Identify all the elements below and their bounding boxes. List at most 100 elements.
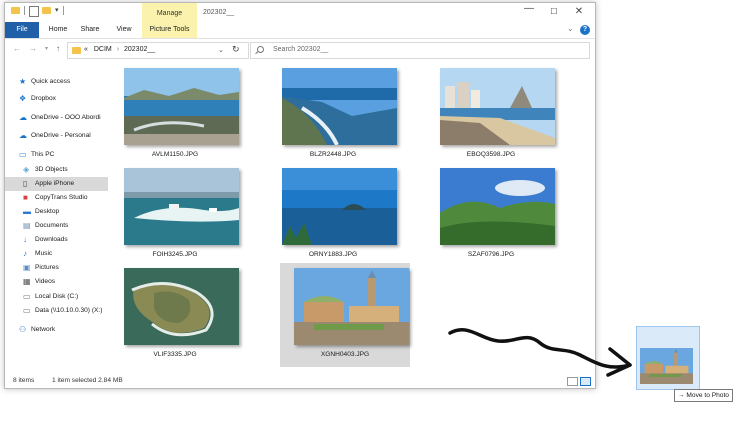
tab-view[interactable]: View — [113, 22, 135, 38]
file-name: SZAF0796.JPG — [467, 251, 515, 258]
video-icon: ▦ — [23, 277, 31, 286]
tab-manage[interactable]: Manage — [142, 3, 197, 22]
new-folder-icon[interactable] — [42, 7, 51, 14]
up-arrow-icon[interactable]: ↑ — [56, 44, 60, 53]
sidebar-item-label: Pictures — [35, 264, 59, 271]
sidebar-item[interactable]: ▬ Desktop — [5, 205, 108, 219]
file-tile[interactable]: ORNY1883.JPG — [268, 163, 398, 267]
sidebar-item-label: Quick access — [31, 78, 71, 85]
breadcrumb-item-dcim[interactable]: DCIM — [90, 46, 112, 53]
photo-thumbnail — [282, 68, 397, 145]
help-icon[interactable]: ? — [580, 25, 590, 35]
search-icon — [257, 46, 264, 53]
properties-icon[interactable] — [29, 6, 39, 17]
sidebar-item[interactable]: ▣ Pictures — [5, 261, 108, 275]
close-button[interactable]: ✕ — [571, 6, 587, 17]
file-tile[interactable]: BLZR2448.JPG — [268, 63, 398, 167]
file-name: AVLM1150.JPG — [151, 151, 199, 158]
sidebar-item[interactable]: ☁ OneDrive - OOO Abordi — [5, 111, 108, 125]
sidebar-item[interactable]: ▤ Documents — [5, 219, 108, 233]
maximize-button[interactable]: ☐ — [546, 7, 562, 16]
recent-locations-icon[interactable]: ▾ — [45, 45, 48, 52]
sidebar-item-label: Dropbox — [31, 95, 56, 102]
breadcrumb-overflow[interactable]: « — [84, 46, 88, 53]
sidebar-item[interactable]: ▭ Data (\\10.10.0.30) (X:) — [5, 304, 108, 318]
item-count: 8 items — [13, 377, 35, 384]
back-arrow-icon[interactable]: ← — [13, 44, 21, 53]
forward-arrow-icon[interactable]: → — [29, 44, 37, 53]
network-drive-icon: ▭ — [23, 306, 31, 315]
phone-icon: ▯ — [23, 179, 28, 188]
sidebar-item[interactable]: ♪ Music — [5, 247, 108, 261]
search-box[interactable]: Search 202302__ — [250, 42, 590, 59]
file-name: FOIH3245.JPG — [152, 251, 198, 258]
tab-home[interactable]: Home — [45, 22, 71, 38]
photo-thumbnail — [124, 68, 239, 145]
dropbox-icon: ❖ — [19, 94, 27, 103]
file-name: VLIF3335.JPG — [153, 351, 197, 358]
sidebar-item-label: This PC — [31, 151, 55, 158]
sidebar-item-label: Downloads — [35, 236, 68, 243]
file-tile[interactable]: SZAF0796.JPG — [426, 163, 556, 267]
navigation-pane: ★ Quick access ❖ Dropbox ☁ OneDrive - OOO Abo… — [5, 63, 109, 375]
file-tile[interactable]: XGNH0403.JPG — [280, 263, 410, 367]
expand-ribbon-icon[interactable]: ⌄ — [567, 24, 574, 33]
sidebar-item-label: Network — [31, 326, 56, 333]
refresh-icon[interactable]: ↻ — [232, 44, 240, 55]
ribbon-tabs: File Home Share View Picture Tools ⌄ ? — [5, 22, 595, 39]
file-tile[interactable]: EBOQ3598.JPG — [426, 63, 556, 167]
sidebar-item[interactable]: ▯ Apple iPhone — [5, 177, 108, 191]
folder-icon — [72, 47, 81, 54]
sidebar-item[interactable]: ❖ Dropbox — [5, 92, 108, 106]
sidebar-item[interactable]: ↓ Downloads — [5, 233, 108, 247]
sidebar-item[interactable]: ⚇ Network — [5, 323, 108, 337]
customize-toolbar-dropdown[interactable]: ▾ — [55, 6, 59, 14]
sidebar-item[interactable]: ▭ This PC — [5, 148, 108, 162]
sidebar-item[interactable]: ■ CopyTrans Studio — [5, 191, 108, 205]
photo-thumbnail — [124, 168, 239, 245]
sidebar-item-label: Music — [35, 250, 53, 257]
title-bar: ▾ Manage 202302__ — ☐ ✕ — [5, 3, 595, 22]
search-input[interactable]: Search 202302__ — [273, 46, 328, 53]
file-tile[interactable]: AVLM1150.JPG — [110, 63, 240, 167]
network-icon: ⚇ — [19, 325, 27, 334]
sidebar-item-label: Desktop — [35, 208, 60, 215]
star-icon: ★ — [19, 77, 27, 86]
sidebar-item-label: Data (\\10.10.0.30) (X:) — [35, 307, 103, 314]
desktop-icon: ▬ — [23, 207, 31, 216]
sidebar-item-label: Local Disk (C:) — [35, 293, 79, 300]
sidebar-item-label: OneDrive - Personal — [31, 132, 91, 139]
breadcrumb-item-folder[interactable]: 202302__ — [124, 46, 155, 53]
file-tile[interactable]: FOIH3245.JPG — [110, 163, 240, 267]
file-tile[interactable]: VLIF3335.JPG — [110, 263, 240, 367]
drag-arrow-icon — [448, 328, 632, 377]
file-name: EBOQ3598.JPG — [466, 151, 516, 158]
sidebar-item[interactable]: ★ Quick access — [5, 75, 108, 89]
address-dropdown-icon[interactable]: ⌄ — [218, 46, 224, 54]
app-icon: ■ — [23, 193, 28, 202]
photo-thumbnail — [440, 68, 555, 145]
breadcrumb-separator[interactable]: › — [114, 46, 122, 53]
selection-info: 1 item selected 2.84 MB — [52, 377, 123, 384]
tab-file[interactable]: File — [5, 22, 39, 38]
sidebar-item-label: OneDrive - OOO Abordi — [31, 114, 101, 121]
photo-thumbnail — [294, 268, 409, 345]
sidebar-item-label: Documents — [35, 222, 69, 229]
tab-picture-tools[interactable]: Picture Tools — [142, 22, 197, 38]
address-bar[interactable]: « DCIM › 202302__ ⌄ ↻ — [67, 42, 249, 59]
drag-thumbnail — [640, 348, 693, 384]
tab-share[interactable]: Share — [78, 22, 102, 38]
move-to-photo-tooltip: → Move to Photo — [674, 389, 733, 402]
file-name: ORNY1883.JPG — [308, 251, 358, 258]
sidebar-item[interactable]: ▦ Videos — [5, 275, 108, 289]
separator — [63, 6, 64, 15]
sidebar-item[interactable]: ◈ 3D Objects — [5, 163, 108, 177]
cube-icon: ◈ — [23, 165, 30, 174]
folder-icon[interactable] — [11, 7, 20, 14]
document-icon: ▤ — [23, 221, 31, 230]
sidebar-item[interactable]: ☁ OneDrive - Personal — [5, 129, 108, 143]
sidebar-item[interactable]: ▭ Local Disk (C:) — [5, 290, 108, 304]
sidebar-item-label: Apple iPhone — [35, 180, 75, 187]
minimize-button[interactable]: — — [521, 3, 537, 14]
music-icon: ♪ — [23, 249, 27, 258]
